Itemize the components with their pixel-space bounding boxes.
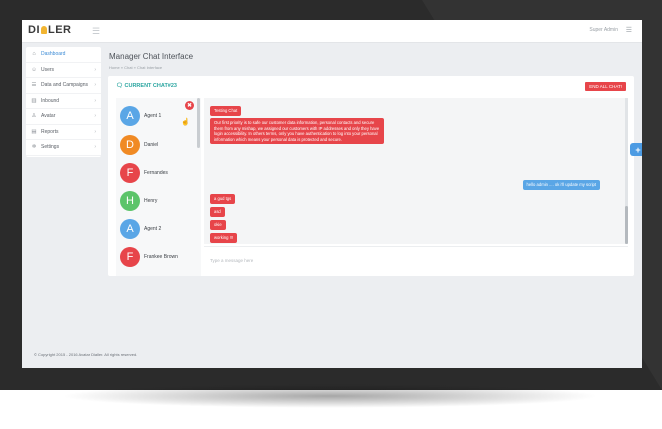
add-chat-button[interactable]: +	[630, 143, 642, 156]
sidebar-item-label: Users	[41, 66, 55, 73]
agent-name: Agent 2	[144, 226, 162, 232]
agent-name: Agent 1	[144, 113, 162, 119]
app-logo[interactable]: DI LER	[28, 24, 72, 36]
agent-name: Daniel	[144, 142, 159, 148]
received-message: asd	[210, 207, 225, 217]
avatar: A	[120, 106, 140, 126]
device-frame: DI LER ☰ Super Admin ☰ ⌂ Dashboard ☺ Users › ☰…	[0, 0, 662, 390]
agent-item[interactable]: F Frankee Brown	[120, 247, 198, 271]
mouse-cursor-icon: ☝	[181, 119, 190, 126]
sidebar-item-avatar[interactable]: ♙ Avatar ›	[26, 109, 101, 125]
page-title: Manager Chat Interface	[109, 52, 194, 61]
person-icon: ♙	[31, 113, 37, 120]
received-message: a gud tgs	[210, 194, 236, 204]
avatar: H	[120, 191, 140, 211]
agent-list-scrollbar[interactable]	[197, 98, 200, 148]
chevron-right-icon: ›	[94, 113, 96, 120]
agent-item[interactable]: A Agent 2	[120, 219, 198, 243]
device-shadow	[60, 384, 600, 408]
chat-panel-title: 🗨 CURRENT CHAT#23	[116, 83, 177, 89]
remove-agent-icon[interactable]: ✖	[185, 101, 194, 110]
document-icon: ▤	[31, 128, 37, 135]
sidebar-nav: ⌂ Dashboard ☺ Users › ☰ Data and Campaigns › ▥ In…	[26, 47, 101, 157]
chevron-right-icon: ›	[94, 128, 96, 135]
avatar: D	[120, 135, 140, 155]
avatar: A	[120, 219, 140, 239]
received-message: okie	[210, 220, 226, 230]
agent-name: Fernandes	[144, 170, 168, 176]
chat-scrollbar-thumb[interactable]	[625, 206, 628, 244]
bar-chart-icon: ▥	[31, 97, 37, 104]
chevron-right-icon: ›	[94, 82, 96, 89]
chat-panel: 🗨 CURRENT CHAT#23 END ALL CHAT! A Agent 1…	[108, 76, 634, 276]
app-screen: DI LER ☰ Super Admin ☰ ⌂ Dashboard ☺ Users › ☰…	[22, 20, 642, 368]
avatar: F	[120, 163, 140, 183]
logo-text-left: DI	[28, 24, 40, 36]
sidebar-item-users[interactable]: ☺ Users ›	[26, 63, 101, 78]
chevron-right-icon: ›	[94, 144, 96, 151]
chat-messages-area: Testing Chat Our first priority is to saf…	[204, 98, 628, 256]
agent-name: Frankee Brown	[144, 254, 178, 260]
breadcrumb[interactable]: Home » Chat » Chat Interface	[109, 65, 162, 70]
received-message: Testing Chat	[210, 106, 242, 116]
agent-item[interactable]: D Daniel	[120, 135, 198, 159]
sidebar-item-label: Inbound	[41, 97, 60, 104]
chevron-right-icon: ›	[94, 97, 96, 104]
sidebar-item-label: Reports	[41, 128, 59, 135]
agent-item[interactable]: H Henry	[120, 191, 198, 215]
users-icon: ☺	[31, 66, 37, 73]
hamburger-menu-icon[interactable]: ☰	[92, 26, 100, 37]
received-message: working !!!	[210, 233, 238, 243]
logo-text-right: LER	[48, 24, 72, 36]
sidebar-item-settings[interactable]: ✲ Settings ›	[26, 140, 101, 156]
sidebar-item-reports[interactable]: ▤ Reports ›	[26, 125, 101, 140]
database-icon: ☰	[31, 82, 37, 89]
comments-icon: 🗨	[116, 83, 123, 89]
end-all-chat-button[interactable]: END ALL CHAT!	[585, 82, 626, 91]
sidebar-item-data-and-campaigns[interactable]: ☰ Data and Campaigns ›	[26, 78, 101, 94]
sent-message: hello admin .... ok i'll update my scrip…	[522, 180, 600, 190]
sidebar-item-label: Dashboard	[41, 51, 66, 58]
gear-icon: ✲	[31, 144, 37, 151]
sidebar-item-dashboard[interactable]: ⌂ Dashboard	[26, 47, 101, 63]
top-header: DI LER ☰ Super Admin ☰	[22, 20, 642, 43]
lightbulb-icon	[41, 26, 47, 34]
user-menu-icon[interactable]: ☰	[626, 26, 632, 34]
sidebar-item-label: Settings	[41, 144, 60, 151]
home-icon: ⌂	[32, 51, 36, 58]
avatar: F	[120, 247, 140, 267]
current-chat-title: CURRENT CHAT#23	[124, 83, 177, 89]
sidebar-item-inbound[interactable]: ▥ Inbound ›	[26, 94, 101, 109]
sidebar-item-label: Data and Campaigns	[41, 82, 88, 89]
sidebar-item-label: Avatar	[41, 113, 56, 120]
copyright-text: © Copyright 2015 - 2016 Avatar Dialler. …	[34, 352, 138, 357]
user-name[interactable]: Super Admin	[589, 27, 618, 33]
chevron-right-icon: ›	[94, 66, 96, 73]
received-message: Our first priority is to safe our custom…	[210, 118, 384, 145]
agent-item[interactable]: F Fernandes	[120, 163, 198, 187]
agent-name: Henry	[144, 198, 158, 204]
message-input[interactable]	[204, 246, 628, 274]
